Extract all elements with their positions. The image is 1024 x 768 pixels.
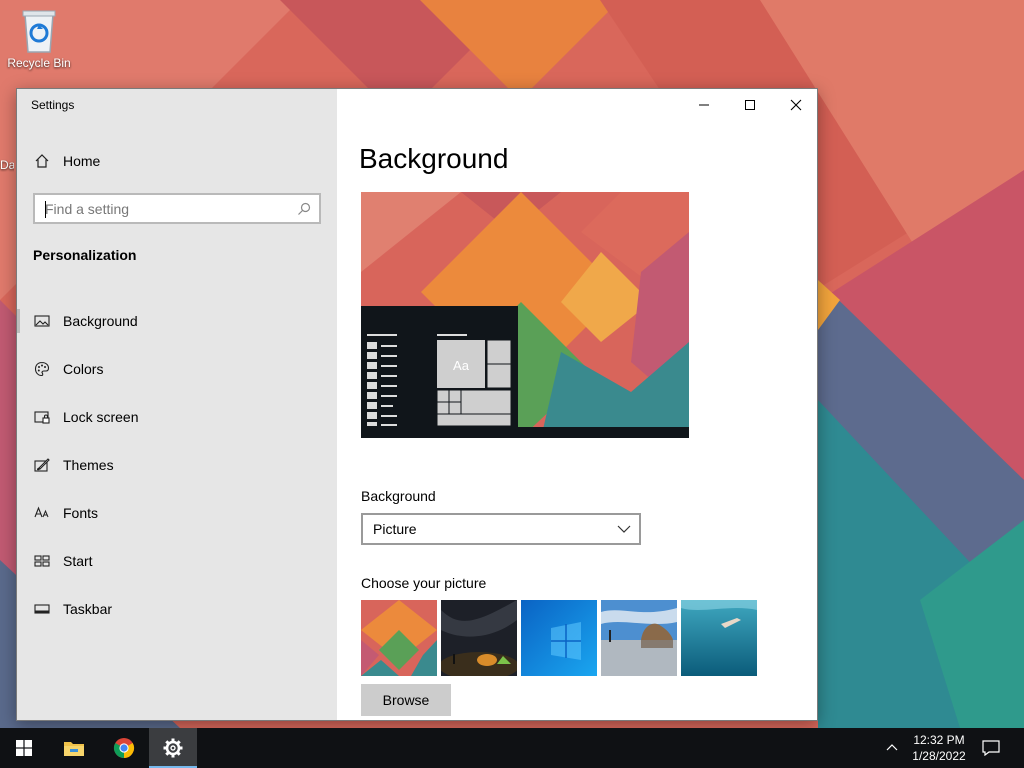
thumbnail-night-sky-tent[interactable] xyxy=(441,600,517,676)
maximize-button[interactable] xyxy=(727,89,773,121)
start-layout-icon xyxy=(33,552,51,570)
chevron-up-icon xyxy=(886,744,898,751)
settings-taskbar-button[interactable] xyxy=(149,728,197,768)
text-caret xyxy=(45,201,46,218)
nav-item-themes[interactable]: Themes xyxy=(17,441,337,489)
taskbar-clock[interactable]: 12:32 PM 1/28/2022 xyxy=(906,732,972,764)
nav-item-label: Colors xyxy=(63,361,104,377)
chevron-down-icon xyxy=(617,525,631,533)
nav-item-label: Themes xyxy=(63,457,114,473)
preview-sample-text: Aa xyxy=(453,358,470,373)
search-input[interactable] xyxy=(35,195,289,222)
lock-screen-icon xyxy=(33,408,51,426)
close-icon xyxy=(790,99,802,111)
nav-home[interactable]: Home xyxy=(17,145,337,177)
preview-taskbar xyxy=(361,427,689,438)
nav-item-colors[interactable]: Colors xyxy=(17,345,337,393)
thumbnail-beach-rocks[interactable] xyxy=(601,600,677,676)
page-title: Background xyxy=(359,143,509,174)
settings-gear-icon xyxy=(163,738,183,758)
window-title: Settings xyxy=(31,98,75,112)
clock-date: 1/28/2022 xyxy=(912,749,966,763)
nav-item-label: Background xyxy=(63,313,138,329)
nav-item-taskbar[interactable]: Taskbar xyxy=(17,585,337,633)
desktop-icon-partial[interactable]: Da xyxy=(0,158,14,172)
nav-item-start[interactable]: Start xyxy=(17,537,337,585)
settings-window: Settings Home Personalization Background xyxy=(16,88,818,721)
file-explorer-taskbar-button[interactable] xyxy=(50,728,98,768)
nav-item-label: Fonts xyxy=(63,505,99,521)
minimize-icon xyxy=(699,104,709,106)
chrome-icon xyxy=(113,738,135,759)
picture-icon xyxy=(33,312,51,330)
dropdown-value: Picture xyxy=(373,521,417,537)
notification-icon xyxy=(982,740,1000,756)
brush-icon xyxy=(33,456,51,474)
search-icon[interactable] xyxy=(289,202,319,216)
nav-item-lock-screen[interactable]: Lock screen xyxy=(17,393,337,441)
nav-item-background[interactable]: Background xyxy=(17,297,337,345)
section-heading: Personalization xyxy=(33,247,137,263)
taskbar-icon xyxy=(33,600,51,618)
start-button[interactable] xyxy=(0,728,48,768)
nav-home-label: Home xyxy=(63,153,101,169)
background-preview: Aa xyxy=(361,192,689,438)
search-box[interactable] xyxy=(33,193,321,224)
taskbar: 12:32 PM 1/28/2022 xyxy=(0,728,1024,768)
thumbnail-underwater-swimmer[interactable] xyxy=(681,600,757,676)
palette-icon xyxy=(33,360,51,378)
recycle-bin-desktop-icon[interactable]: Recycle Bin xyxy=(4,6,74,70)
browse-button[interactable]: Browse xyxy=(361,684,451,716)
picture-thumbnails xyxy=(361,600,757,676)
windows-start-icon xyxy=(16,740,32,756)
desktop-icon-partial-label: Da xyxy=(0,158,14,172)
thumbnail-geometric-wallpaper[interactable] xyxy=(361,600,437,676)
nav-list: Background Colors Lock screen Themes Fon… xyxy=(17,297,337,633)
nav-item-label: Taskbar xyxy=(63,601,113,617)
recycle-bin-icon xyxy=(22,10,56,53)
navigation-pane: Settings Home Personalization Background xyxy=(17,89,337,720)
background-type-label: Background xyxy=(361,488,436,504)
thumbnail-windows-blue[interactable] xyxy=(521,600,597,676)
minimize-button[interactable] xyxy=(681,89,727,121)
font-icon xyxy=(33,504,51,522)
choose-picture-label: Choose your picture xyxy=(361,575,487,591)
chrome-taskbar-button[interactable] xyxy=(100,728,148,768)
clock-time: 12:32 PM xyxy=(913,733,965,747)
nav-item-label: Lock screen xyxy=(63,409,139,425)
background-type-dropdown[interactable]: Picture xyxy=(361,513,641,545)
maximize-icon xyxy=(745,100,755,110)
recycle-bin-label: Recycle Bin xyxy=(7,56,71,70)
nav-item-fonts[interactable]: Fonts xyxy=(17,489,337,537)
action-center-button[interactable] xyxy=(968,728,1014,768)
home-icon xyxy=(33,152,51,170)
close-button[interactable] xyxy=(773,89,817,121)
file-explorer-icon xyxy=(64,742,84,756)
nav-item-label: Start xyxy=(63,553,93,569)
